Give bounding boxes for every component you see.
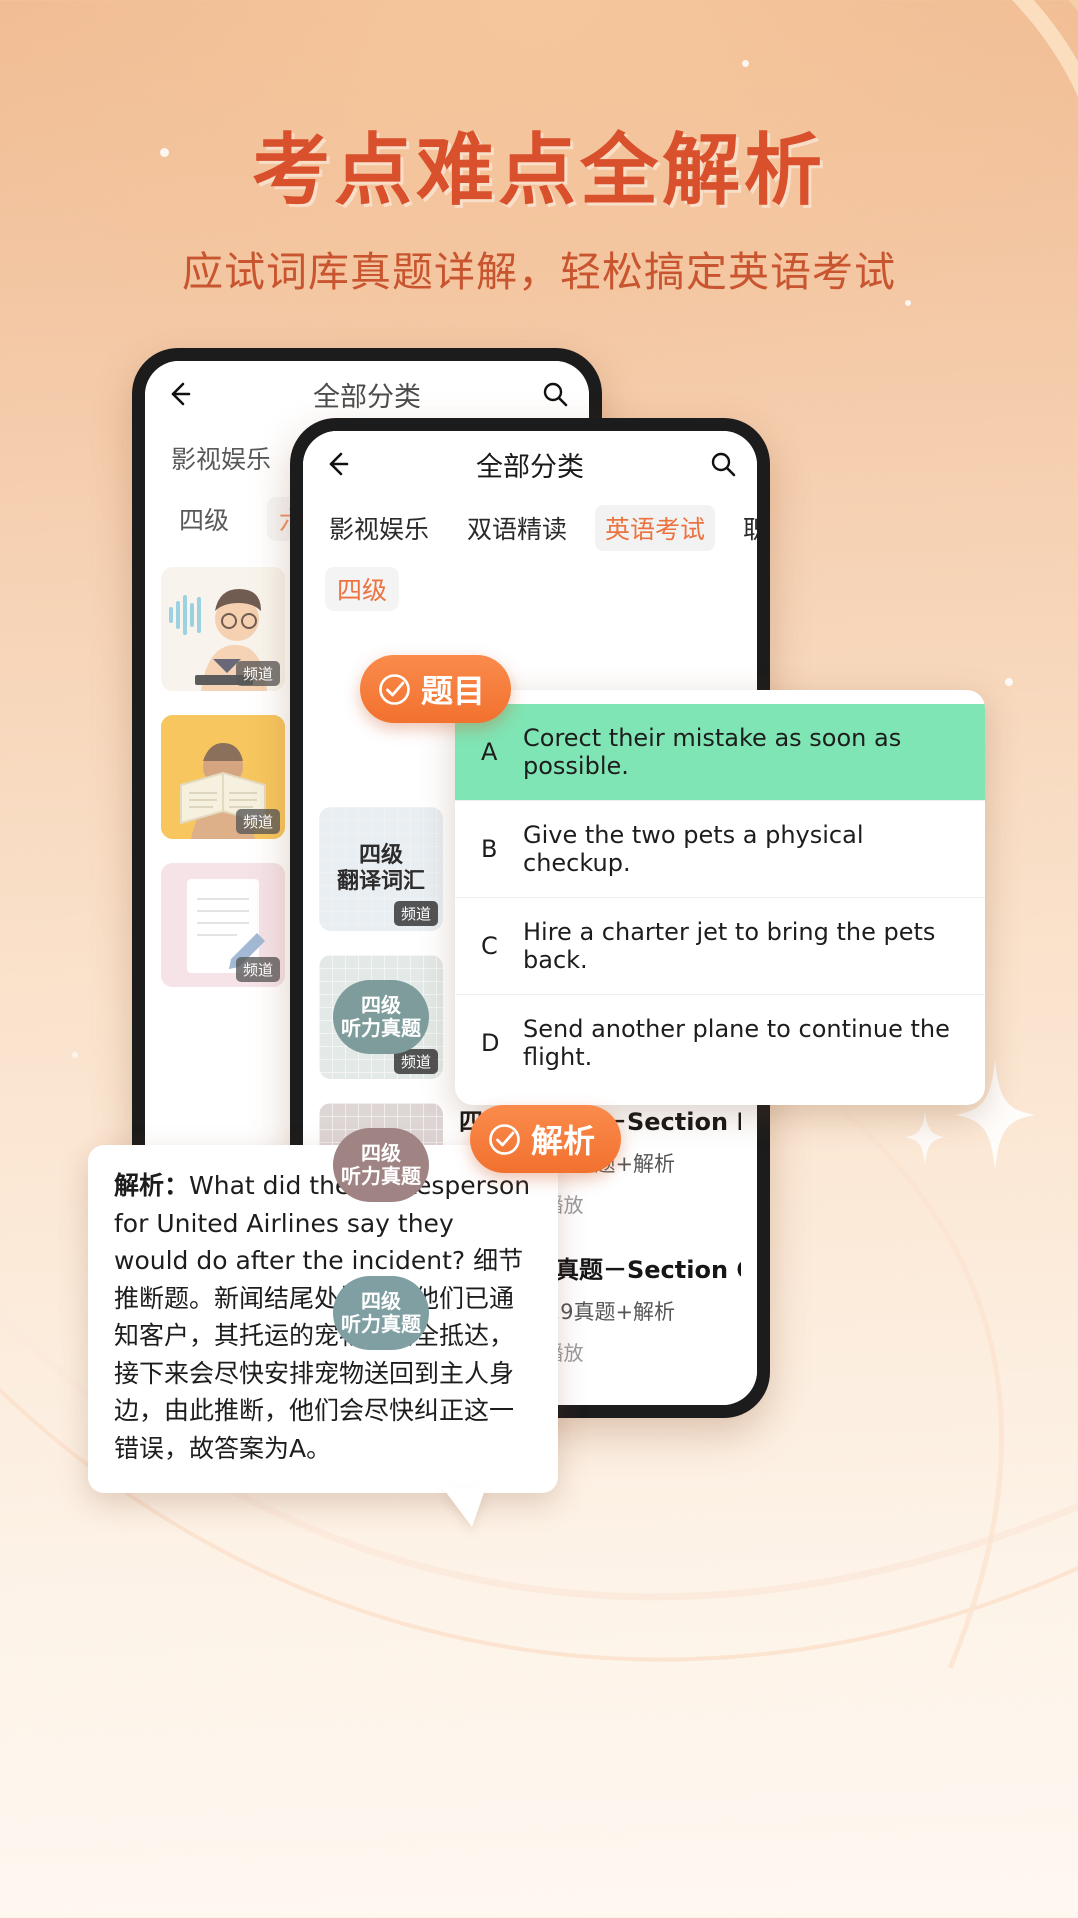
- thumbnail-label: 四级 翻译词汇: [336, 842, 425, 894]
- bubble-shape: 四级 听力真题: [333, 980, 429, 1054]
- badge-channel: 频道: [235, 661, 280, 686]
- subtab-siji[interactable]: 四级: [167, 497, 241, 541]
- label-pill-explanation-text: 解析: [531, 1122, 596, 1160]
- quiz-option-c[interactable]: C Hire a charter jet to bring the pets b…: [455, 898, 985, 995]
- quiz-option-b[interactable]: B Give the two pets a physical checkup.: [455, 801, 985, 898]
- sparkle-dot: [72, 1052, 78, 1058]
- option-letter: C: [481, 932, 498, 960]
- explanation-bubble: 解析：What did the spokesperson for United …: [88, 1145, 558, 1527]
- sparkle-dot: [1005, 678, 1013, 686]
- sparkle-star-icon: [905, 1110, 945, 1170]
- thumbnail-label: 四级 听力真题: [341, 993, 421, 1040]
- arrow-left-icon[interactable]: [165, 379, 195, 409]
- thumbnail-siji-listening-a[interactable]: 四级 听力真题 频道: [319, 955, 443, 1079]
- search-icon[interactable]: [541, 380, 569, 408]
- option-letter: A: [481, 738, 498, 766]
- sparkle-dot: [742, 60, 749, 67]
- page-subtitle: 应试词库真题详解，轻松搞定英语考试: [182, 248, 896, 296]
- tab-shuangyujingdu[interactable]: 双语精读: [457, 505, 577, 551]
- option-text: Corect their mistake as soon as possible…: [523, 724, 902, 780]
- label-pill-question-text: 题目: [421, 672, 486, 710]
- thumbnail-label: 四级 听力真题: [341, 1289, 421, 1336]
- tab-yingyukaoshi[interactable]: 英语考试: [595, 505, 716, 551]
- category-tabs-front[interactable]: 影视娱乐 双语精读 英语考试 职场英语 少儿英语: [303, 497, 757, 561]
- level-subtabs-front[interactable]: 四级: [303, 561, 757, 621]
- badge-channel: 频道: [235, 957, 280, 982]
- thumbnail-siji-translation[interactable]: 四级 翻译词汇 频道: [319, 807, 443, 931]
- explanation-label: 解析：: [114, 1171, 190, 1200]
- badge-channel: 频道: [393, 901, 438, 926]
- badge-channel: 频道: [235, 809, 280, 834]
- thumbnail-notebook[interactable]: 频道: [161, 863, 285, 987]
- option-letter: B: [481, 835, 498, 863]
- check-circle-icon: [488, 1123, 521, 1156]
- explanation-body: What did the spokesperson for United Air…: [114, 1171, 531, 1463]
- label-pill-question: 题目: [360, 655, 512, 723]
- thumbnail-label: 四级 听力真题: [341, 1141, 421, 1188]
- page-title: 考点难点全解析: [251, 126, 826, 216]
- option-text: Give the two pets a physical checkup.: [523, 821, 864, 877]
- tab-yingshiyule[interactable]: 影视娱乐: [161, 435, 281, 481]
- option-letter: D: [481, 1029, 500, 1057]
- arrow-left-icon[interactable]: [323, 449, 353, 479]
- bubble-shape: 四级 听力真题: [333, 1128, 429, 1202]
- quiz-option-d[interactable]: D Send another plane to continue the fli…: [455, 995, 985, 1091]
- appbar-title-front: 全部分类: [476, 451, 584, 483]
- label-pill-explanation: 解析: [470, 1105, 622, 1173]
- option-text: Send another plane to continue the fligh…: [523, 1015, 950, 1071]
- quiz-option-a[interactable]: A Corect their mistake as soon as possib…: [455, 704, 985, 801]
- tab-yingshiyule[interactable]: 影视娱乐: [319, 505, 439, 551]
- tab-zhichangyingyu[interactable]: 职场英语: [733, 505, 757, 551]
- appbar-front: 全部分类: [303, 431, 757, 497]
- option-text: Hire a charter jet to bring the pets bac…: [523, 918, 936, 974]
- bubble-shape: 四级 听力真题: [333, 1276, 429, 1350]
- check-circle-icon: [378, 673, 411, 706]
- search-icon[interactable]: [709, 450, 737, 478]
- appbar-title-back: 全部分类: [313, 381, 421, 413]
- thumbnail-reading[interactable]: 频道: [161, 715, 285, 839]
- bubble-tail: [442, 1487, 486, 1527]
- thumbnail-listening[interactable]: 频道: [161, 567, 285, 691]
- sparkle-dot: [905, 300, 911, 306]
- quiz-options-card: A Corect their mistake as soon as possib…: [455, 690, 985, 1105]
- subtab-siji[interactable]: 四级: [325, 567, 400, 611]
